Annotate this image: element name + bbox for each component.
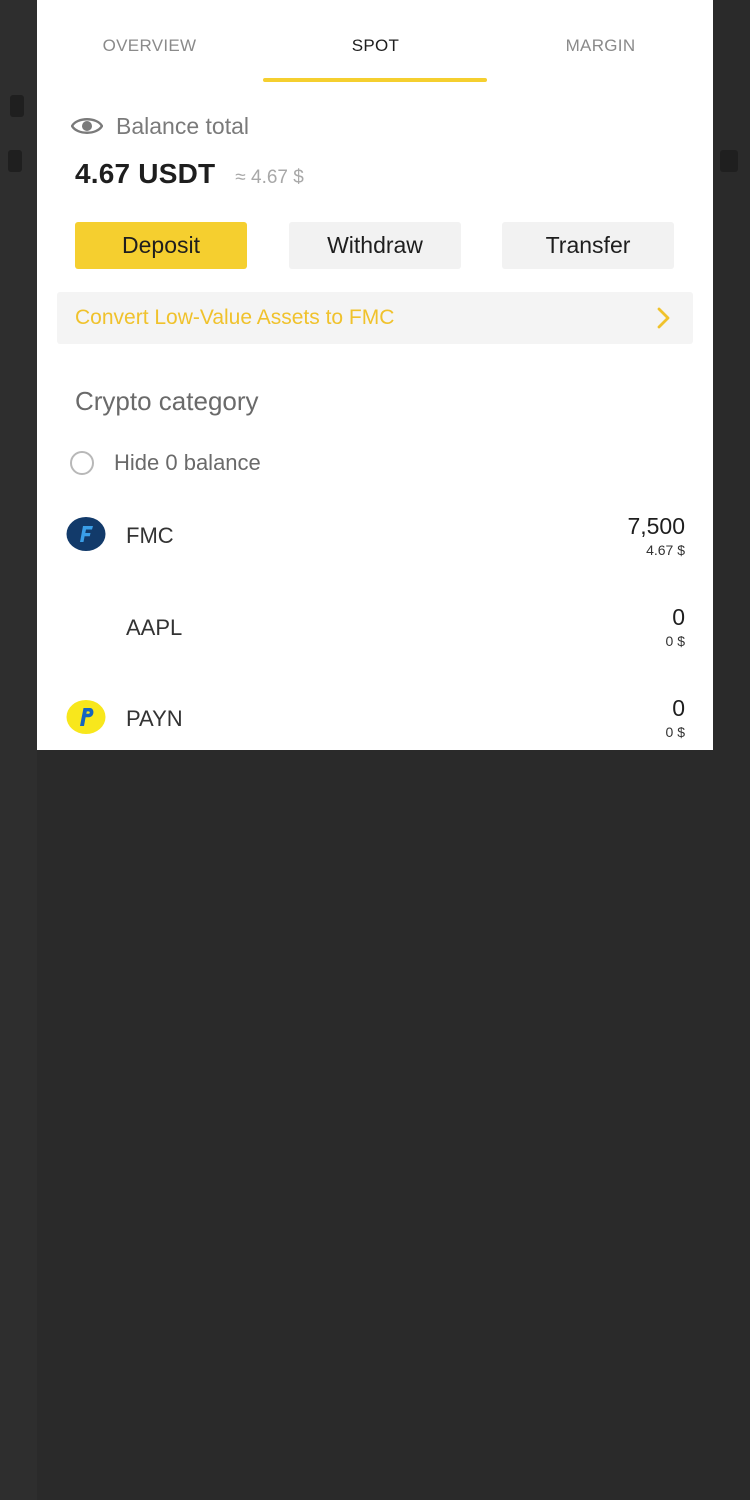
balance-value-row: 4.67 USDT ≈ 4.67 $	[75, 158, 304, 190]
balance-amount: 4.67 USDT	[75, 158, 216, 189]
convert-banner-text: Convert Low-Value Assets to FMC	[75, 306, 395, 329]
category-title: Crypto category	[75, 386, 259, 416]
asset-symbol: FMC	[126, 523, 174, 548]
deposit-button[interactable]: Deposit	[75, 222, 247, 269]
transfer-button[interactable]: Transfer	[502, 222, 674, 269]
balance-approx-usd: ≈ 4.67 $	[235, 167, 304, 188]
asset-row-aapl[interactable]: AAPL 0 0 $	[37, 591, 713, 661]
asset-quantity: 7,500	[627, 513, 685, 539]
convert-low-value-banner[interactable]: Convert Low-Value Assets to FMC	[57, 292, 693, 344]
active-tab-indicator	[263, 78, 487, 82]
asset-row-payn[interactable]: PAYN 0 0 $	[37, 682, 713, 752]
background-glyph	[720, 150, 738, 172]
tab-overview[interactable]: OVERVIEW	[37, 36, 262, 64]
spot-wallet-sheet: OVERVIEW SPOT MARGIN Balance total 4.67 …	[37, 0, 713, 750]
background-glyph	[10, 95, 24, 117]
payn-logo-icon	[66, 700, 106, 734]
asset-usd-value: 0 $	[665, 724, 685, 740]
wallet-tabs: OVERVIEW SPOT MARGIN	[37, 0, 713, 82]
background-app-right	[0, 750, 37, 1500]
asset-usd-value: 0 $	[665, 633, 685, 649]
chevron-right-icon	[657, 307, 670, 329]
radio-circle-icon[interactable]	[70, 451, 94, 475]
fmc-logo-icon	[66, 517, 106, 551]
eye-icon[interactable]	[71, 115, 103, 137]
hide-zero-balance-toggle[interactable]: Hide 0 balance	[70, 450, 261, 476]
asset-quantity: 0	[672, 604, 685, 630]
balance-label: Balance total	[116, 112, 249, 139]
asset-symbol: AAPL	[126, 615, 183, 640]
background-glyph	[8, 150, 22, 172]
withdraw-button[interactable]: Withdraw	[289, 222, 461, 269]
balance-label-row: Balance total	[71, 110, 249, 142]
tab-margin[interactable]: MARGIN	[488, 36, 713, 64]
tab-spot[interactable]: SPOT	[263, 36, 488, 64]
asset-usd-value: 4.67 $	[646, 542, 685, 558]
asset-quantity: 0	[672, 695, 685, 721]
hide-zero-balance-label: Hide 0 balance	[114, 450, 261, 475]
asset-row-fmc[interactable]: FMC 7,500 4.67 $	[37, 500, 713, 570]
asset-symbol: PAYN	[126, 706, 183, 731]
